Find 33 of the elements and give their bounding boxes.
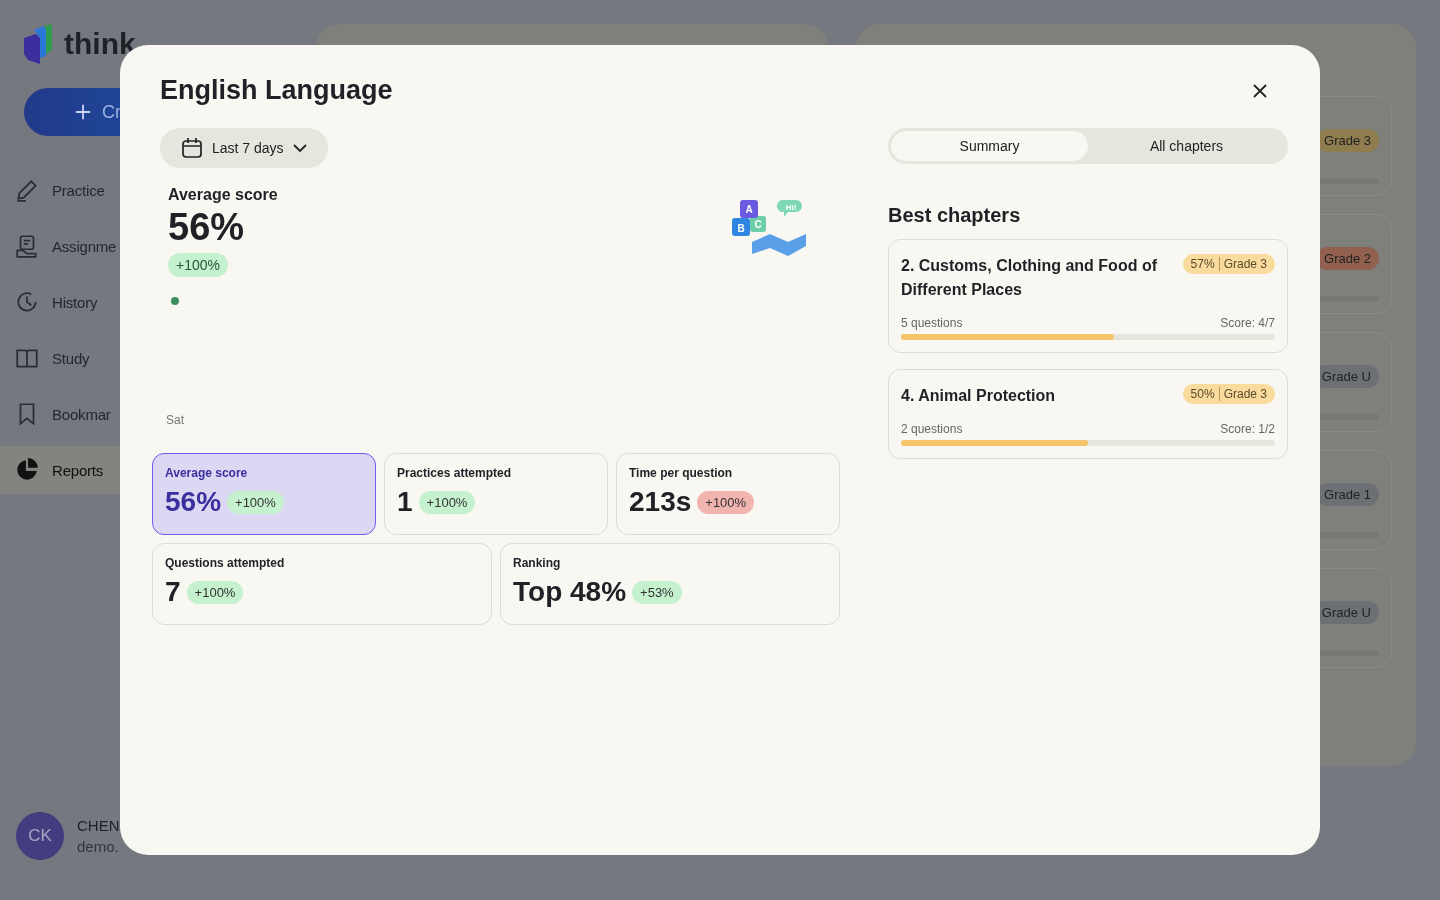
change-badge: +100%: [227, 490, 284, 514]
logo-text: think: [64, 27, 136, 61]
metric-value: 56%: [168, 206, 245, 249]
change-badge: +100%: [418, 490, 476, 514]
metric-label: Average score: [168, 186, 278, 204]
stat-value: Top 48%: [513, 576, 627, 608]
stat-label: Average score: [165, 466, 249, 480]
dialog-title: English Language: [160, 75, 393, 106]
stat-value: 56%: [165, 486, 222, 518]
stat-value: 7: [165, 576, 181, 608]
user-name: CHEN: [77, 817, 120, 834]
blocks-book-drawing: A B C Hi!: [730, 196, 810, 260]
question-count: 2 questions: [901, 422, 963, 436]
score-text: Score: 4/7: [1220, 316, 1275, 330]
stat-label: Time per question: [629, 466, 734, 480]
question-count: 5 questions: [901, 316, 963, 330]
change-badge: +100%: [697, 490, 755, 514]
change-badge: +100%: [186, 580, 244, 604]
chapter-title: 2. Customs, Clothing and Food of Different Places: [901, 256, 1158, 300]
user-email: demo.: [77, 838, 120, 855]
grade-badge: 57% Grade 3: [1182, 254, 1275, 274]
change-badge: +100%: [168, 253, 228, 277]
stat-label: Ranking: [513, 556, 562, 570]
stat-label: Practices attempted: [397, 466, 513, 480]
stat-label: Questions attempted: [165, 556, 286, 570]
section-title: Best chapters: [888, 204, 1022, 227]
chapter-title: 4. Animal Protection: [901, 386, 1056, 406]
axis-label: Sat: [165, 413, 185, 427]
score-text: Score: 1/2: [1220, 422, 1275, 436]
stat-value: 213s: [629, 486, 692, 518]
change-badge: +53%: [632, 580, 682, 604]
grade-badge: 50% Grade 3: [1182, 384, 1275, 404]
stat-value: 1: [397, 486, 413, 518]
